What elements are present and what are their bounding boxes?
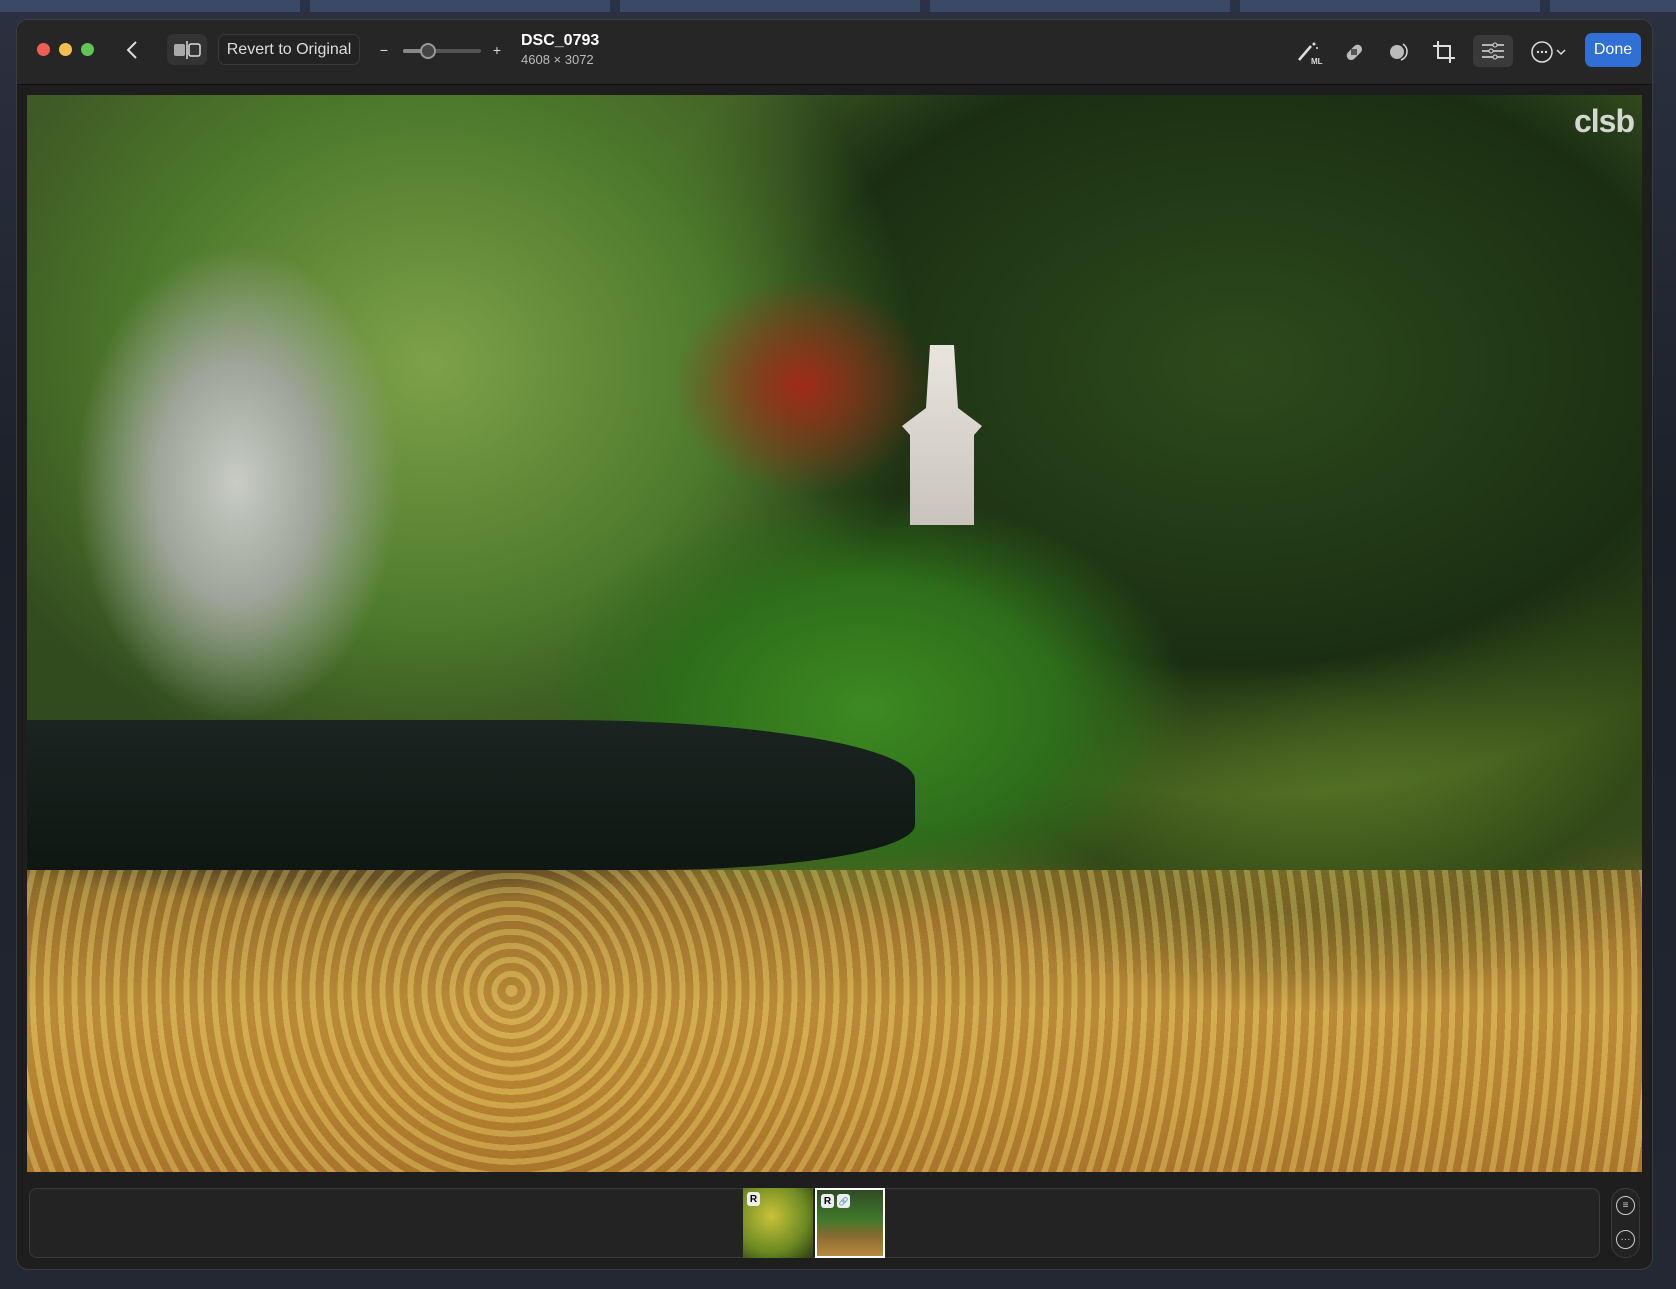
split-view-icon xyxy=(172,41,202,59)
more-options-button[interactable] xyxy=(1529,38,1569,66)
sliders-icon xyxy=(1480,41,1506,61)
photo-canvas[interactable]: clsb xyxy=(27,95,1642,1172)
eye-rotate-icon xyxy=(1385,39,1411,65)
photo-gazebo xyxy=(902,345,982,525)
zoom-out-button[interactable]: − xyxy=(377,38,391,62)
minimize-button[interactable] xyxy=(59,43,72,56)
red-eye-button[interactable] xyxy=(1383,38,1413,66)
auto-enhance-button[interactable]: ML xyxy=(1295,38,1325,66)
zoom-in-button[interactable]: + xyxy=(490,38,504,62)
desktop-background xyxy=(0,0,1676,12)
bandage-icon xyxy=(1341,39,1367,65)
revert-to-original-button[interactable]: Revert to Original xyxy=(218,34,360,65)
crop-icon xyxy=(1431,39,1457,65)
svg-text:ML: ML xyxy=(1311,57,1323,66)
zoom-slider-handle[interactable] xyxy=(420,43,436,59)
crop-button[interactable] xyxy=(1429,38,1459,66)
close-button[interactable] xyxy=(37,43,50,56)
zoom-button[interactable] xyxy=(81,43,94,56)
magic-wand-icon: ML xyxy=(1295,38,1325,66)
ellipsis-circle-chevron-icon xyxy=(1529,39,1569,65)
watermark: clsb xyxy=(1574,103,1634,140)
compare-button[interactable] xyxy=(167,34,207,65)
toolbar: Revert to Original − + DSC_0793 4608 × 3… xyxy=(17,20,1652,85)
raw-badge: R xyxy=(747,1192,760,1206)
more-icon[interactable]: ··· xyxy=(1616,1230,1635,1249)
photos-edit-window: Revert to Original − + DSC_0793 4608 × 3… xyxy=(16,19,1653,1270)
photo-leaves xyxy=(27,870,1642,1172)
filter-icon[interactable]: ≡ xyxy=(1616,1196,1635,1215)
retouch-button[interactable] xyxy=(1339,38,1369,66)
image-dimensions: 4608 × 3072 xyxy=(521,52,594,67)
photo-pond xyxy=(27,720,915,871)
zoom-slider[interactable] xyxy=(403,49,481,53)
done-button[interactable]: Done xyxy=(1585,33,1641,67)
filmstrip-thumbnail-selected[interactable]: R 🔗 xyxy=(815,1188,885,1258)
chevron-left-icon xyxy=(126,40,138,60)
filmstrip-thumbnail[interactable]: R xyxy=(743,1188,813,1258)
link-icon: 🔗 xyxy=(837,1194,850,1208)
raw-badge: R xyxy=(821,1194,834,1208)
back-button[interactable] xyxy=(121,36,143,64)
adjust-button[interactable] xyxy=(1473,35,1513,67)
file-name: DSC_0793 xyxy=(521,32,599,50)
